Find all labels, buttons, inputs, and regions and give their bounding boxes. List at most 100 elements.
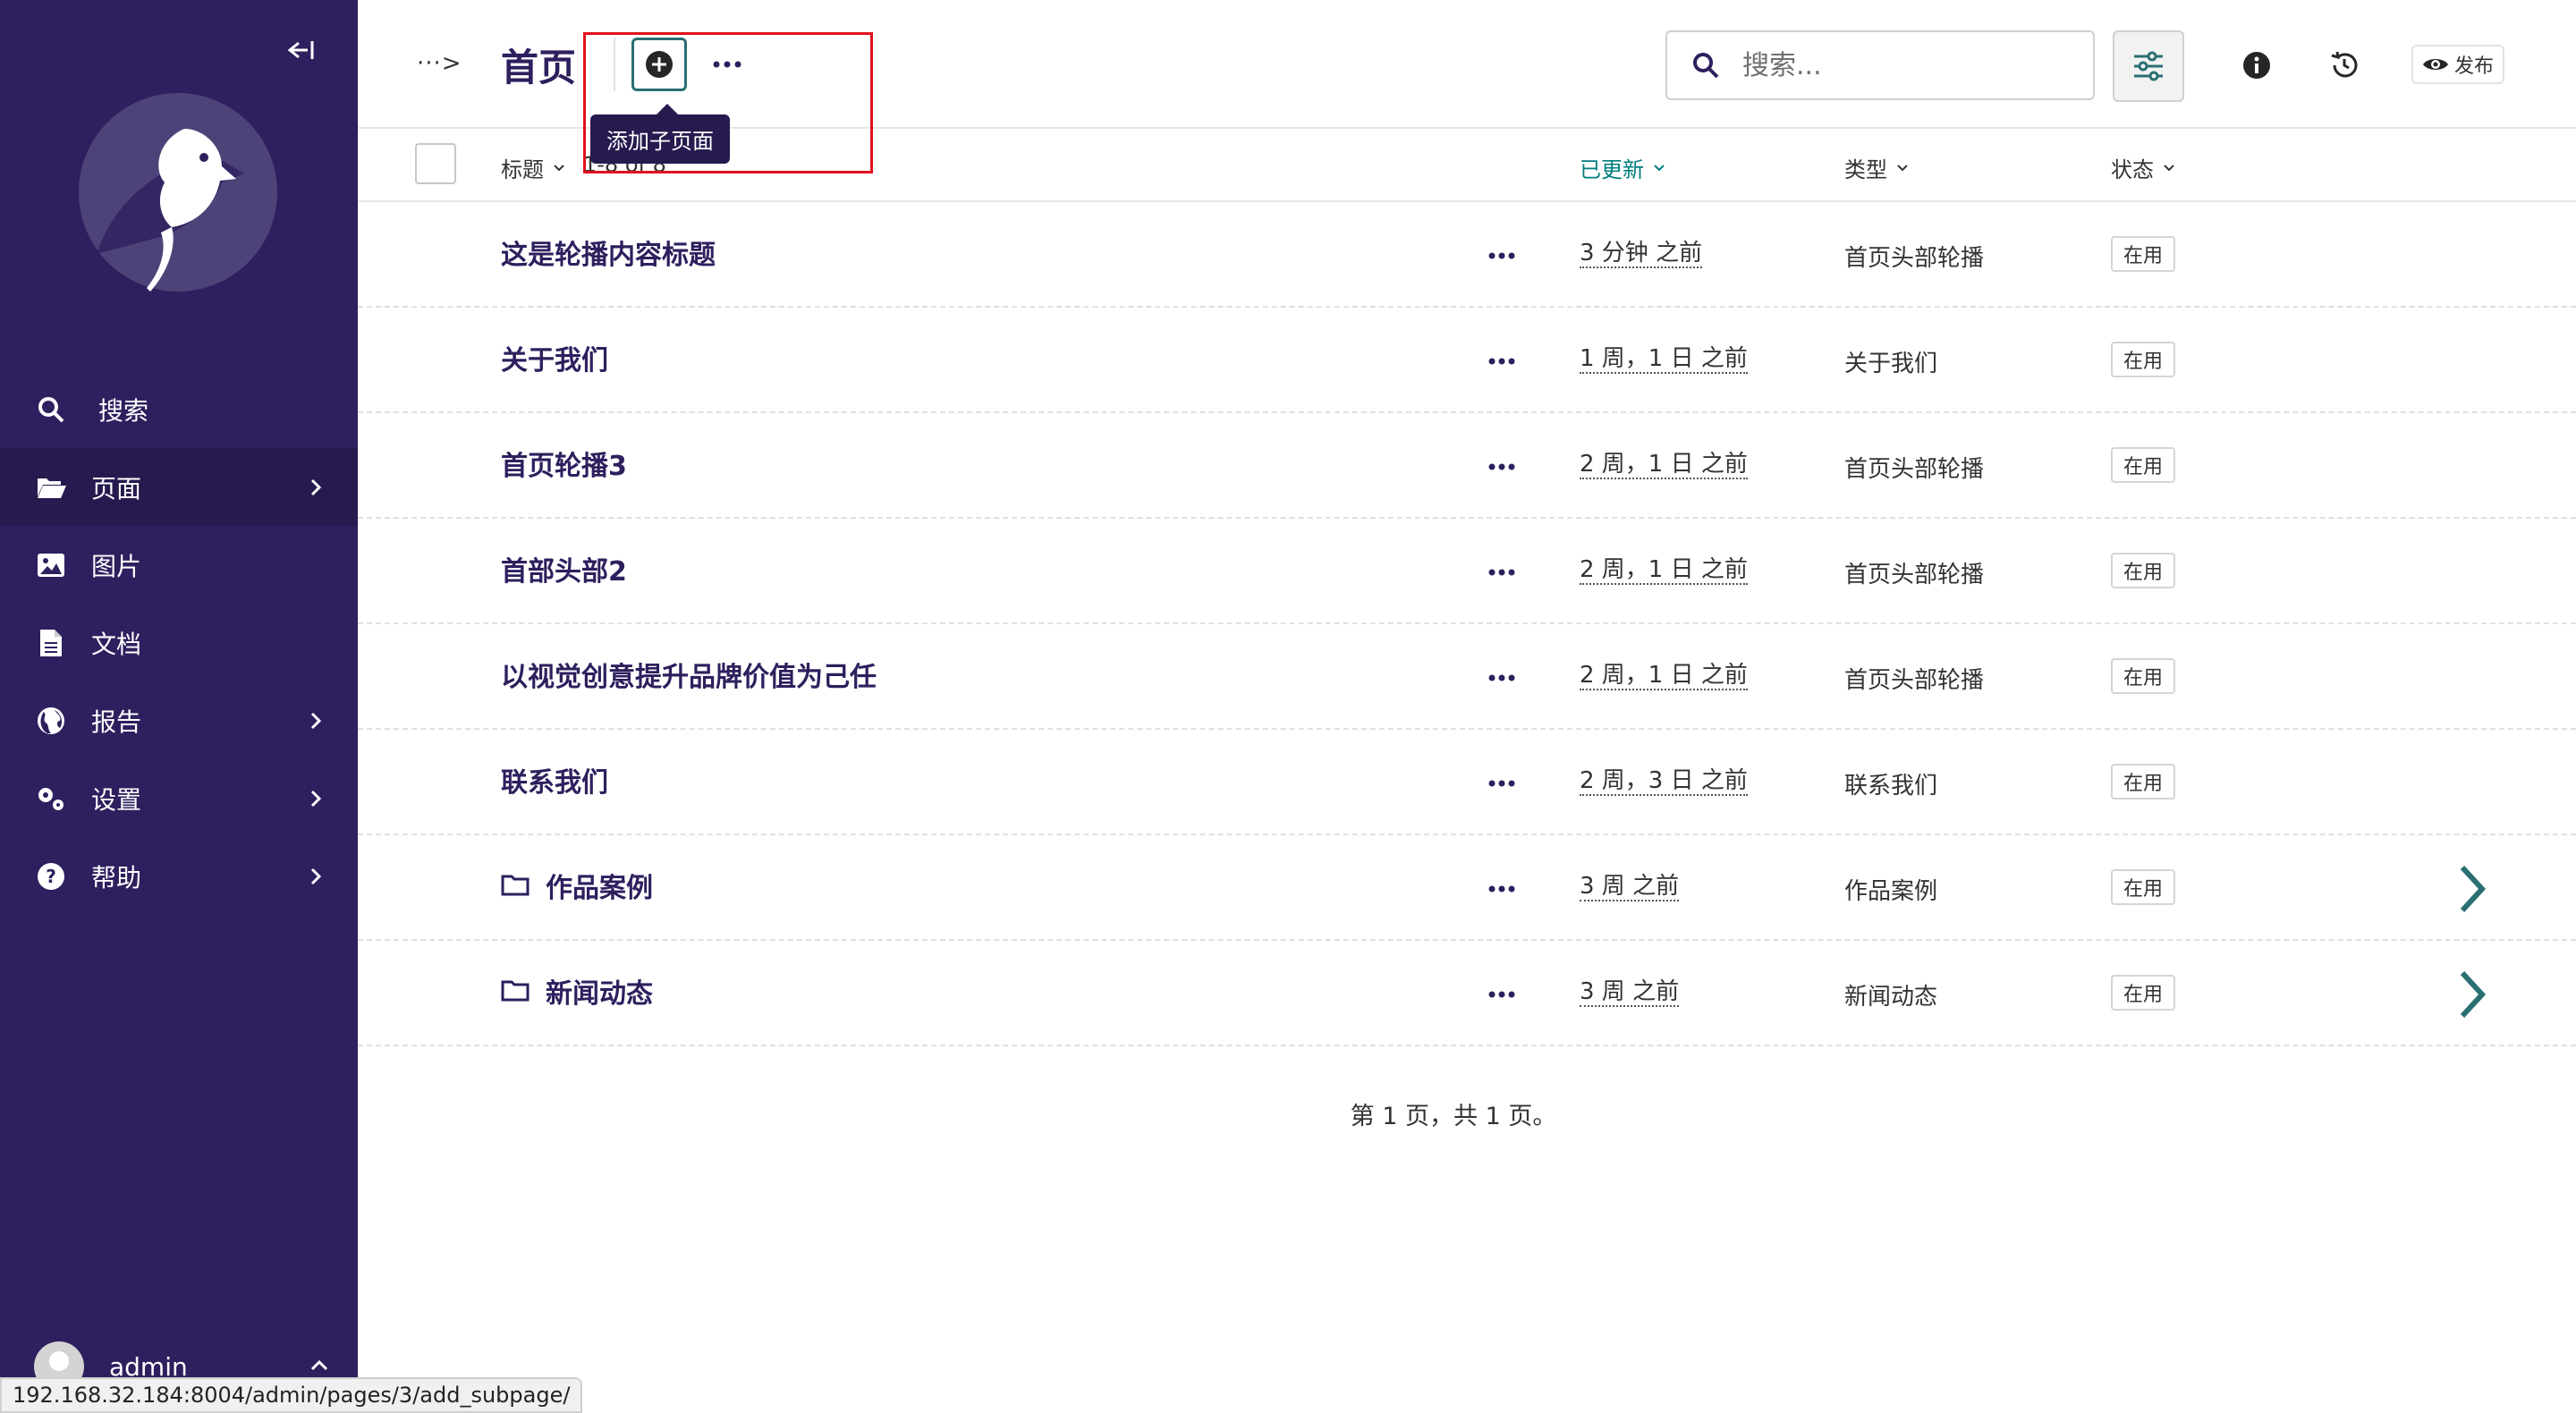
explore-children-button[interactable] xyxy=(2445,968,2499,1021)
select-all-checkbox[interactable] xyxy=(415,143,456,184)
folder-open-icon xyxy=(36,472,66,503)
status-badge: 在用 xyxy=(2111,869,2176,905)
row-actions-button[interactable] xyxy=(1479,766,1524,801)
sidebar-item-settings[interactable]: 设置 xyxy=(0,759,358,837)
status-badge: 在用 xyxy=(2111,764,2176,800)
info-icon xyxy=(2243,52,2270,79)
ellipsis-icon xyxy=(1488,358,1515,365)
history-icon xyxy=(2331,51,2358,78)
table-row: 首部头部2 2 周，1 日 之前 首页头部轮播 在用 xyxy=(358,519,2576,624)
page-type: 作品案例 xyxy=(1844,878,1938,905)
row-actions-button[interactable] xyxy=(1479,343,1524,379)
filter-button[interactable] xyxy=(2113,30,2184,102)
divider xyxy=(614,38,615,91)
page-header: ···> 首页 添加子页面 发布 xyxy=(358,0,2576,164)
sidebar-item-search[interactable]: 搜索 xyxy=(0,370,358,448)
page-title-link[interactable]: 新闻动态 xyxy=(501,971,653,1011)
live-view-button[interactable]: 发布 xyxy=(2411,45,2504,84)
page-title-link[interactable]: 关于我们 xyxy=(501,338,608,377)
column-header-updated[interactable]: 已更新 xyxy=(1580,152,1665,183)
ellipsis-icon xyxy=(1488,463,1515,470)
table-row: 联系我们 2 周，3 日 之前 联系我们 在用 xyxy=(358,730,2576,835)
column-label: 类型 xyxy=(1844,157,1887,182)
sidebar: 搜索 页面 图片 文档 报告 设置 ? 帮助 admin xyxy=(0,0,358,1413)
page-title-link[interactable]: 首页轮播3 xyxy=(501,444,627,483)
row-actions-button[interactable] xyxy=(1479,977,1524,1012)
chevron-up-icon xyxy=(310,1359,328,1371)
sidebar-item-help[interactable]: ? 帮助 xyxy=(0,837,358,915)
status-badge: 在用 xyxy=(2111,447,2176,483)
breadcrumb-toggle[interactable]: ···> xyxy=(417,50,462,77)
sliders-icon xyxy=(2134,51,2163,81)
help-icon: ? xyxy=(36,861,66,892)
ellipsis-icon xyxy=(1488,885,1515,893)
column-label: 状态 xyxy=(2111,157,2154,182)
page-title-text: 联系我们 xyxy=(501,767,608,799)
row-actions-button[interactable] xyxy=(1479,871,1524,907)
add-child-page-button[interactable] xyxy=(631,38,687,91)
history-button[interactable] xyxy=(2326,47,2363,84)
page-type: 首页头部轮播 xyxy=(1844,245,1985,272)
chevron-right-icon xyxy=(310,790,322,807)
sidebar-item-label: 报告 xyxy=(91,706,142,737)
table-row: 新闻动态 3 周 之前 新闻动态 在用 xyxy=(358,941,2576,1046)
image-icon xyxy=(36,550,66,580)
svg-text:?: ? xyxy=(46,866,56,887)
chevron-down-icon xyxy=(1897,164,1908,171)
row-actions-button[interactable] xyxy=(1479,660,1524,696)
updated-time: 2 周，1 日 之前 xyxy=(1580,556,1748,585)
search-icon xyxy=(1693,53,1719,79)
status-badge: 在用 xyxy=(2111,975,2176,1011)
updated-time: 3 周 之前 xyxy=(1580,873,1680,901)
collapse-sidebar-button[interactable] xyxy=(277,32,322,68)
column-header-title[interactable]: 标题 xyxy=(501,152,565,183)
page-title-link[interactable]: 以视觉创意提升品牌价值为己任 xyxy=(501,655,877,694)
wagtail-logo[interactable] xyxy=(79,93,277,292)
live-view-label: 发布 xyxy=(2453,55,2494,78)
sidebar-item-documents[interactable]: 文档 xyxy=(0,604,358,681)
ellipsis-icon xyxy=(1488,780,1515,787)
sidebar-item-label: 图片 xyxy=(91,551,142,581)
page-title-link[interactable]: 作品案例 xyxy=(501,866,653,905)
main-menu: 搜索 页面 图片 文档 报告 设置 ? 帮助 xyxy=(0,370,358,915)
page-actions-more-button[interactable] xyxy=(705,47,750,82)
page-title-link[interactable]: 首部头部2 xyxy=(501,549,627,588)
sidebar-item-reports[interactable]: 报告 xyxy=(0,681,358,759)
sidebar-item-pages[interactable]: 页面 xyxy=(0,448,358,526)
row-actions-button[interactable] xyxy=(1479,449,1524,485)
updated-time: 3 分钟 之前 xyxy=(1580,240,1703,268)
page-title-link[interactable]: 这是轮播内容标题 xyxy=(501,233,716,272)
document-icon xyxy=(36,628,66,658)
page-type: 首页头部轮播 xyxy=(1844,456,1985,483)
status-badge: 在用 xyxy=(2111,658,2176,694)
updated-time: 3 周 之前 xyxy=(1580,978,1680,1007)
row-actions-button[interactable] xyxy=(1479,554,1524,590)
column-header-type[interactable]: 类型 xyxy=(1844,152,1909,183)
search-icon xyxy=(36,394,66,425)
sidebar-item-label: 文档 xyxy=(91,629,142,659)
page-type: 关于我们 xyxy=(1844,351,1938,377)
search-input[interactable] xyxy=(1742,49,2082,81)
page-title-link[interactable]: 联系我们 xyxy=(501,760,608,800)
row-actions-button[interactable] xyxy=(1479,238,1524,274)
sidebar-item-images[interactable]: 图片 xyxy=(0,526,358,604)
updated-time: 2 周，3 日 之前 xyxy=(1580,767,1748,796)
sidebar-item-label: 页面 xyxy=(91,473,142,503)
globe-icon xyxy=(36,706,66,736)
page-title-text: 作品案例 xyxy=(546,873,653,904)
status-badge: 在用 xyxy=(2111,342,2176,377)
search-box xyxy=(1665,30,2095,100)
page-type: 首页头部轮播 xyxy=(1844,562,1985,588)
ellipsis-icon xyxy=(1488,674,1515,681)
info-button[interactable] xyxy=(2238,47,2275,84)
column-header-status[interactable]: 状态 xyxy=(2111,152,2175,183)
wagtail-bird-icon xyxy=(79,93,277,292)
ellipsis-icon xyxy=(1488,569,1515,576)
page-listing: 这是轮播内容标题 3 分钟 之前 首页头部轮播 在用 关于我们 1 周，1 日 之前 关于我… xyxy=(358,202,2576,1046)
updated-time: 2 周，1 日 之前 xyxy=(1580,451,1748,479)
page-type: 联系我们 xyxy=(1844,773,1938,800)
chevron-down-icon xyxy=(554,164,564,171)
explore-children-button[interactable] xyxy=(2445,862,2499,916)
page-title-text: 关于我们 xyxy=(501,345,608,377)
page-title-text: 以视觉创意提升品牌价值为己任 xyxy=(501,662,877,693)
